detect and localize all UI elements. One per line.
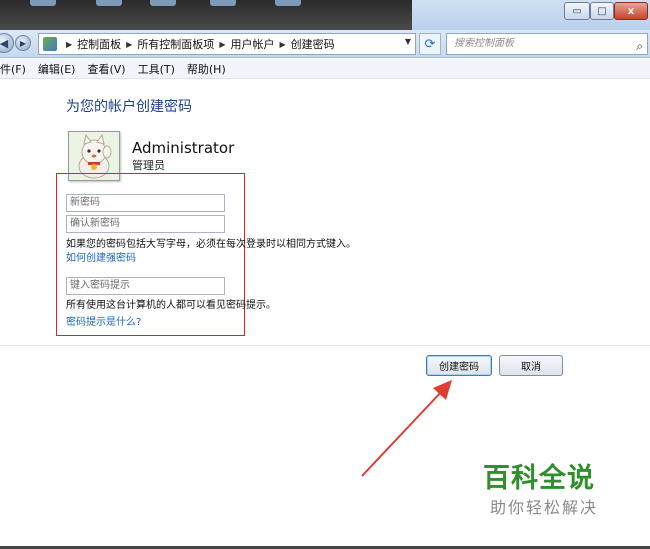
watermark-title: 百科全说 — [483, 463, 595, 494]
watermark-subtitle: 助你轻松解决 — [490, 498, 599, 517]
control-panel-window: ▭ □ x ◀ ▶ ▶ 控制面板 ▶ 所有控制面板项 ▶ 用户帐户 ▶ 创建密码… — [0, 0, 650, 549]
